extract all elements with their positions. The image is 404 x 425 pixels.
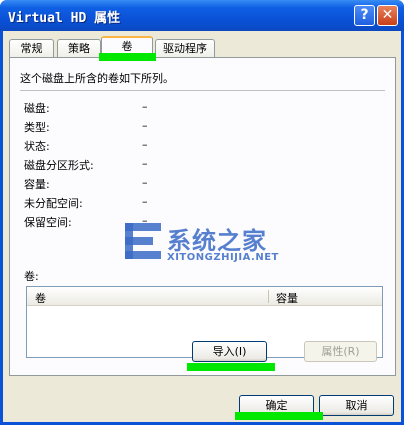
partition-style-value: – [142,157,148,170]
import-highlight-mark [187,363,275,371]
disk-value: – [142,100,148,113]
panel-description: 这个磁盘上所含的卷如下所列。 [20,72,174,85]
properties-window: Virtual HD 属性 ? ✕ 常规 策略 卷 驱动程序 这个磁盘上所含的卷… [0,0,404,425]
ok-highlight-mark [235,412,323,420]
status-value: – [142,138,148,151]
capacity-value: – [142,176,148,189]
disk-label: 磁盘: [24,102,50,115]
window-title: Virtual HD 属性 [8,11,121,26]
watermark-text-en: XITONGZHIJIA.NET [167,252,279,263]
watermark-logo-icon [125,223,161,259]
import-button[interactable]: 导入(I) [192,341,267,362]
watermark: 系统之家 XITONGZHIJIA.NET [121,219,311,279]
reserved-space-label: 保留空间: [24,216,72,229]
column-capacity[interactable]: 容量 [276,290,298,306]
dialog-body: 常规 策略 卷 驱动程序 这个磁盘上所含的卷如下所列。 磁盘: – 类型: – … [3,31,401,422]
properties-button[interactable]: 属性(R) [304,341,377,362]
volumes-label: 卷: [24,270,39,283]
list-header: 卷 容量 [27,287,382,306]
help-button[interactable]: ? [354,5,375,26]
tab-policy[interactable]: 策略 [57,39,101,57]
partition-style-label: 磁盘分区形式: [24,159,94,172]
unallocated-space-value: – [142,195,148,208]
unallocated-space-label: 未分配空间: [24,197,83,210]
type-label: 类型: [24,121,50,134]
cancel-button[interactable]: 取消 [319,395,394,416]
capacity-label: 容量: [24,178,50,191]
column-divider[interactable] [268,290,269,303]
title-bar[interactable]: Virtual HD 属性 ? ✕ [0,0,404,31]
tab-general[interactable]: 常规 [9,39,54,57]
type-value: – [142,119,148,132]
separator [20,90,385,91]
volumes-panel: 这个磁盘上所含的卷如下所列。 磁盘: – 类型: – 状态: – 磁盘分区形式:… [9,57,396,376]
tab-driver[interactable]: 驱动程序 [155,39,215,57]
tab-highlight-mark [99,53,156,61]
status-label: 状态: [24,140,50,153]
column-volume[interactable]: 卷 [35,290,46,306]
watermark-text-cn: 系统之家 [167,227,267,255]
close-button[interactable]: ✕ [377,5,398,26]
